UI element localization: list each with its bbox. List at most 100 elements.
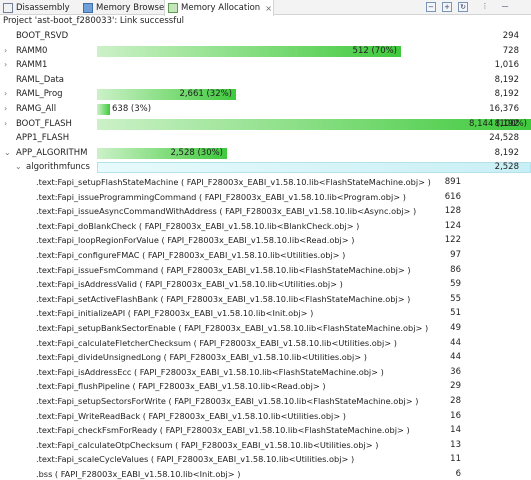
tab-memory-browser[interactable]: Memory Browser: [80, 0, 168, 15]
collapse-all-icon[interactable]: −: [426, 2, 436, 12]
section-name: .text:Fapi_divideUnsignedLong ( FAPI_F28…: [36, 352, 367, 363]
section-name: .text:Fapi_setupBankSectorEnable ( FAPI_…: [36, 323, 429, 333]
region-size: 2,528: [494, 162, 519, 173]
section-row[interactable]: .text:Fapi_issueFsmCommand ( FAPI_F28003…: [0, 263, 531, 277]
chevron-right-icon[interactable]: ›: [4, 87, 7, 101]
chevron-right-icon[interactable]: ›: [4, 44, 7, 58]
usage-bar: [97, 162, 531, 174]
section-size: 16: [450, 410, 461, 421]
section-row[interactable]: .text:Fapi_divideUnsignedLong ( FAPI_F28…: [0, 350, 531, 364]
section-row[interactable]: .text:Fapi_isAddressValid ( FAPI_F28003x…: [0, 277, 531, 291]
tab-memory-allocation-label: Memory Allocation: [181, 3, 261, 13]
region-size: 294: [502, 31, 519, 41]
memory-allocation-icon: [168, 3, 178, 13]
section-name: .text:Fapi_setupFlashStateMachine ( FAPI…: [36, 177, 431, 187]
memory-browser-icon: [83, 2, 93, 13]
section-name: .text:Fapi_loopRegionForValue ( FAPI_F28…: [36, 235, 355, 246]
tab-memory-allocation[interactable]: Memory Allocation ×: [164, 0, 274, 16]
memory-region-row[interactable]: › 638 (3%) RAMG_All 16,376: [0, 102, 531, 116]
section-row[interactable]: .text:Fapi_checkFsmForReady ( FAPI_F2800…: [0, 423, 531, 437]
section-row[interactable]: .bss ( FAPI_F28003x_EABI_v1.58.10.lib<In…: [0, 467, 531, 480]
tab-disassembly[interactable]: Disassembly: [0, 0, 70, 15]
section-row[interactable]: .text:Fapi_setActiveFlashBank ( FAPI_F28…: [0, 292, 531, 306]
section-name: .text:Fapi_configureFMAC ( FAPI_F28003x_…: [36, 250, 346, 260]
region-name: BOOT_FLASH: [16, 118, 72, 129]
section-row[interactable]: .text:Fapi_setupSectorsForWrite ( FAPI_F…: [0, 394, 531, 408]
memory-region-row[interactable]: › RAMM1 1,016: [0, 58, 531, 72]
region-name: RAMM1: [16, 60, 48, 71]
close-tab-icon[interactable]: ×: [265, 4, 272, 13]
section-size: 49: [450, 323, 461, 333]
section-size: 28: [450, 396, 461, 406]
usage-bar: [97, 104, 110, 115]
memory-region-row[interactable]: › 512 (70%) RAMM0 728: [0, 44, 531, 58]
memory-region-row[interactable]: ⌄ algorithmfuncs 2,528: [0, 160, 531, 174]
view-menu-icon[interactable]: ⋮: [480, 2, 490, 12]
section-row[interactable]: .text:Fapi_configureFMAC ( FAPI_F28003x_…: [0, 248, 531, 262]
section-name: .text:Fapi_isAddressEcc ( FAPI_F28003x_E…: [36, 366, 384, 377]
minimize-icon[interactable]: —: [500, 2, 510, 12]
section-row[interactable]: .text:Fapi_loopRegionForValue ( FAPI_F28…: [0, 233, 531, 247]
section-row[interactable]: .text:Fapi_calculateOtpChecksum ( FAPI_F…: [0, 438, 531, 452]
section-size: 59: [450, 279, 461, 290]
chevron-right-icon[interactable]: ›: [4, 102, 7, 116]
section-row[interactable]: .text:Fapi_calculateFletcherChecksum ( F…: [0, 336, 531, 350]
section-size: 122: [444, 235, 461, 246]
section-row[interactable]: .text:Fapi_issueProgrammingCommand ( FAP…: [0, 190, 531, 204]
section-name: .text:Fapi_issueAsyncCommandWithAddress …: [36, 206, 417, 217]
chevron-down-icon[interactable]: ⌄: [4, 146, 11, 160]
usage-bar: [97, 118, 531, 130]
region-size: 728: [502, 45, 519, 56]
section-row[interactable]: .text:Fapi_setupBankSectorEnable ( FAPI_…: [0, 321, 531, 335]
section-name: .text:Fapi_flushPipeline ( FAPI_F28003x_…: [36, 381, 326, 392]
project-status: Project 'ast-boot_f280033': Link success…: [3, 16, 184, 26]
memory-region-row[interactable]: RAML_Data 8,192: [0, 73, 531, 87]
tab-memory-browser-label: Memory Browser: [96, 2, 168, 13]
refresh-icon[interactable]: ↻: [458, 2, 468, 12]
section-size: 51: [450, 308, 461, 319]
usage-label: 638 (3%): [112, 104, 152, 114]
section-row[interactable]: .text:Fapi_isAddressEcc ( FAPI_F28003x_E…: [0, 365, 531, 379]
section-size: 124: [444, 220, 461, 231]
section-row[interactable]: .text:Fapi_doBlankCheck ( FAPI_F28003x_E…: [0, 219, 531, 233]
region-size: 1,016: [494, 60, 519, 71]
section-size: 6: [455, 469, 461, 479]
memory-region-row[interactable]: ⌄ 2,528 (30%) APP_ALGORITHM 8,192: [0, 146, 531, 160]
chevron-right-icon[interactable]: ›: [4, 117, 7, 131]
section-size: 86: [450, 264, 461, 275]
memory-region-row[interactable]: › 8,144 (100%) BOOT_FLASH 8,192: [0, 117, 531, 131]
chevron-down-icon[interactable]: ⌄: [15, 160, 22, 174]
section-row[interactable]: .text:Fapi_initializeAPI ( FAPI_F28003x_…: [0, 306, 531, 320]
chevron-right-icon[interactable]: ›: [4, 58, 7, 72]
section-size: 891: [444, 177, 461, 187]
section-name: .text:Fapi_WriteReadBack ( FAPI_F28003x_…: [36, 410, 346, 421]
section-size: 44: [450, 352, 461, 363]
section-size: 11: [450, 454, 461, 465]
section-row[interactable]: .text:Fapi_scaleCycleValues ( FAPI_F2800…: [0, 452, 531, 466]
memory-region-row[interactable]: APP1_FLASH 24,528: [0, 131, 531, 145]
section-size: 14: [450, 425, 461, 436]
region-name: APP1_FLASH: [16, 133, 70, 144]
region-name: RAMM0: [16, 45, 48, 56]
section-name: .text:Fapi_issueFsmCommand ( FAPI_F28003…: [36, 264, 411, 275]
section-name: .text:Fapi_checkFsmForReady ( FAPI_F2800…: [36, 425, 410, 436]
section-row[interactable]: .text:Fapi_WriteReadBack ( FAPI_F28003x_…: [0, 409, 531, 423]
section-row[interactable]: .text:Fapi_flushPipeline ( FAPI_F28003x_…: [0, 379, 531, 393]
region-name: APP_ALGORITHM: [16, 147, 88, 158]
section-row[interactable]: .text:Fapi_setupFlashStateMachine ( FAPI…: [0, 175, 531, 189]
region-size: 8,192: [494, 89, 519, 100]
memory-region-row[interactable]: BOOT_RSVD 294: [0, 29, 531, 43]
usage-label: 2,661 (32%): [179, 89, 232, 100]
region-name: RAML_Data: [16, 74, 64, 85]
section-name: .text:Fapi_scaleCycleValues ( FAPI_F2800…: [36, 454, 355, 465]
section-size: 97: [450, 250, 461, 260]
section-size: 44: [450, 337, 461, 348]
section-size: 29: [450, 381, 461, 392]
expand-all-icon[interactable]: +: [442, 2, 452, 12]
section-name: .bss ( FAPI_F28003x_EABI_v1.58.10.lib<In…: [36, 469, 241, 479]
section-row[interactable]: .text:Fapi_issueAsyncCommandWithAddress …: [0, 204, 531, 218]
memory-region-row[interactable]: › 2,661 (32%) RAML_Prog 8,192: [0, 87, 531, 101]
disassembly-icon: [3, 2, 13, 13]
section-size: 616: [444, 191, 461, 202]
section-size: 13: [450, 439, 461, 450]
